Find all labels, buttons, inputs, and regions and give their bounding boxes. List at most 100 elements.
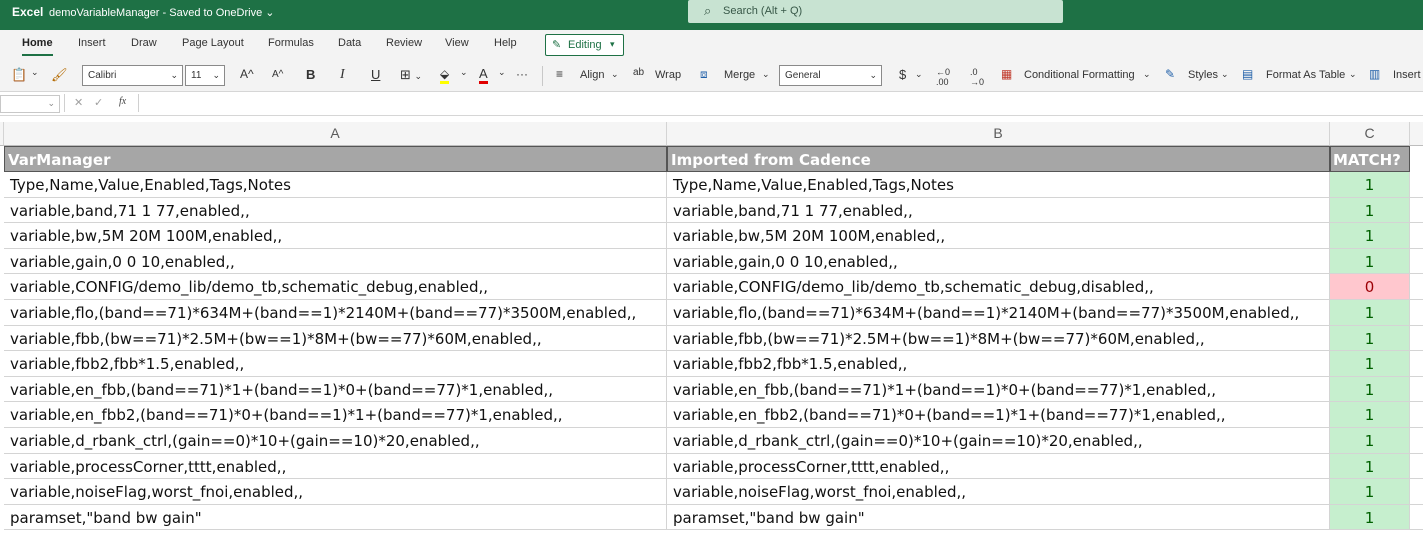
- cell-varmanager[interactable]: paramset,"band bw gain": [4, 505, 667, 530]
- grow-font-button[interactable]: A^: [240, 67, 254, 81]
- cell-empty[interactable]: [1410, 249, 1423, 274]
- cell-varmanager[interactable]: variable,en_fbb2,(band==71)*0+(band==1)*…: [4, 402, 667, 428]
- column-header-b[interactable]: B: [667, 122, 1330, 146]
- cell-match[interactable]: 1: [1330, 326, 1410, 351]
- header-cell-varmanager[interactable]: VarManager: [4, 146, 667, 172]
- font-color-button[interactable]: A: [479, 67, 488, 84]
- chevron-down-icon[interactable]: ⌄: [1143, 69, 1151, 80]
- chevron-down-icon[interactable]: ⌄: [611, 69, 619, 80]
- name-box[interactable]: ⌄: [0, 95, 60, 113]
- header-cell-match[interactable]: MATCH?: [1330, 146, 1410, 172]
- cell-varmanager[interactable]: variable,fbb,(bw==71)*2.5M+(bw==1)*8M+(b…: [4, 326, 667, 351]
- tab-page-layout[interactable]: Page Layout: [182, 37, 244, 49]
- paste-icon[interactable]: 📋: [11, 67, 27, 83]
- cell-empty[interactable]: [1410, 172, 1423, 198]
- cell-varmanager[interactable]: variable,en_fbb,(band==71)*1+(band==1)*0…: [4, 377, 667, 402]
- cell-imported[interactable]: variable,CONFIG/demo_lib/demo_tb,schemat…: [667, 274, 1330, 300]
- conditional-formatting-button[interactable]: Conditional Formatting: [1024, 69, 1135, 81]
- cell-match[interactable]: 1: [1330, 351, 1410, 377]
- tab-view[interactable]: View: [445, 37, 469, 49]
- cell-imported[interactable]: variable,en_fbb2,(band==71)*0+(band==1)*…: [667, 402, 1330, 428]
- cell-varmanager[interactable]: variable,flo,(band==71)*634M+(band==1)*2…: [4, 300, 667, 326]
- cell-empty[interactable]: [1410, 274, 1423, 300]
- format-as-table-button[interactable]: Format As Table: [1266, 69, 1345, 81]
- chevron-down-icon[interactable]: ⌄: [498, 67, 506, 78]
- cell-match[interactable]: 1: [1330, 505, 1410, 530]
- decrease-decimal-icon[interactable]: ←0.00: [936, 67, 950, 87]
- cell-empty[interactable]: [1410, 454, 1423, 479]
- cell-imported[interactable]: variable,fbb2,fbb*1.5,enabled,,: [667, 351, 1330, 377]
- search-box[interactable]: ⌕ Search (Alt + Q): [688, 0, 1063, 23]
- cell-empty[interactable]: [1410, 351, 1423, 377]
- shrink-font-button[interactable]: A^: [272, 69, 283, 80]
- cell-varmanager[interactable]: variable,fbb2,fbb*1.5,enabled,,: [4, 351, 667, 377]
- header-cell-imported[interactable]: Imported from Cadence: [667, 146, 1330, 172]
- cell-empty[interactable]: [1410, 377, 1423, 402]
- cell-varmanager[interactable]: variable,noiseFlag,worst_fnoi,enabled,,: [4, 479, 667, 505]
- tab-formulas[interactable]: Formulas: [268, 37, 314, 49]
- cell-match[interactable]: 1: [1330, 454, 1410, 479]
- cell-match[interactable]: 1: [1330, 402, 1410, 428]
- underline-button[interactable]: U: [371, 67, 380, 82]
- cell-varmanager[interactable]: Type,Name,Value,Enabled,Tags,Notes: [4, 172, 667, 198]
- cell-empty[interactable]: [1410, 428, 1423, 454]
- bold-button[interactable]: B: [306, 67, 315, 82]
- cell-varmanager[interactable]: variable,bw,5M 20M 100M,enabled,,: [4, 223, 667, 249]
- cell-varmanager[interactable]: variable,band,71 1 77,enabled,,: [4, 198, 667, 223]
- number-format-select[interactable]: General ⌄: [779, 65, 882, 86]
- cancel-icon[interactable]: ✕: [74, 96, 83, 109]
- chevron-down-icon[interactable]: ⌄: [460, 67, 468, 78]
- cell-match[interactable]: 1: [1330, 300, 1410, 326]
- tab-insert[interactable]: Insert: [78, 37, 106, 49]
- tab-review[interactable]: Review: [386, 37, 422, 49]
- cell-match[interactable]: 1: [1330, 479, 1410, 505]
- currency-button[interactable]: $: [899, 67, 906, 82]
- borders-icon[interactable]: ⊞ ⌄: [400, 67, 422, 83]
- font-size-select[interactable]: 11 ⌄: [185, 65, 225, 86]
- confirm-icon[interactable]: ✓: [94, 96, 103, 109]
- italic-button[interactable]: I: [340, 67, 345, 83]
- conditional-formatting-icon[interactable]: ▦: [1001, 67, 1012, 81]
- cell-imported[interactable]: variable,band,71 1 77,enabled,,: [667, 198, 1330, 223]
- insert-cells-icon[interactable]: ▥: [1369, 67, 1380, 81]
- cell-imported[interactable]: Type,Name,Value,Enabled,Tags,Notes: [667, 172, 1330, 198]
- styles-icon[interactable]: ✎: [1165, 67, 1175, 81]
- format-as-table-icon[interactable]: ▤: [1242, 67, 1253, 81]
- chevron-down-icon[interactable]: ⌄: [762, 69, 770, 80]
- merge-icon[interactable]: ⧈: [700, 67, 708, 82]
- cell-match[interactable]: 1: [1330, 223, 1410, 249]
- align-button[interactable]: Align: [580, 69, 604, 81]
- cell-imported[interactable]: variable,noiseFlag,worst_fnoi,enabled,,: [667, 479, 1330, 505]
- format-painter-icon[interactable]: 🖌: [51, 67, 68, 83]
- cell-imported[interactable]: variable,flo,(band==71)*634M+(band==1)*2…: [667, 300, 1330, 326]
- styles-button[interactable]: Styles: [1188, 69, 1218, 81]
- fill-color-icon[interactable]: ⬙: [440, 67, 450, 84]
- cell-imported[interactable]: variable,processCorner,tttt,enabled,,: [667, 454, 1330, 479]
- editing-mode-button[interactable]: ✎ Editing ▾: [545, 34, 624, 56]
- cell-varmanager[interactable]: variable,d_rbank_ctrl,(gain==0)*10+(gain…: [4, 428, 667, 454]
- cell-imported[interactable]: variable,gain,0 0 10,enabled,,: [667, 249, 1330, 274]
- cell-varmanager[interactable]: variable,gain,0 0 10,enabled,,: [4, 249, 667, 274]
- cell-empty[interactable]: [1410, 198, 1423, 223]
- cell-varmanager[interactable]: variable,processCorner,tttt,enabled,,: [4, 454, 667, 479]
- font-name-select[interactable]: Calibri ⌄: [82, 65, 183, 86]
- cell-empty[interactable]: [1410, 402, 1423, 428]
- cell-imported[interactable]: variable,en_fbb,(band==71)*1+(band==1)*0…: [667, 377, 1330, 402]
- cell-imported[interactable]: variable,fbb,(bw==71)*2.5M+(bw==1)*8M+(b…: [667, 326, 1330, 351]
- column-header-d[interactable]: [1410, 122, 1423, 146]
- cell-match[interactable]: 1: [1330, 198, 1410, 223]
- wrap-button[interactable]: Wrap: [655, 69, 681, 81]
- formula-input[interactable]: [140, 94, 1423, 114]
- tab-home[interactable]: Home: [22, 37, 53, 56]
- function-icon[interactable]: fx: [119, 96, 126, 107]
- merge-button[interactable]: Merge: [724, 69, 755, 81]
- chevron-down-icon[interactable]: ⌄: [915, 69, 923, 80]
- cell-empty[interactable]: [1410, 300, 1423, 326]
- cell-varmanager[interactable]: variable,CONFIG/demo_lib/demo_tb,schemat…: [4, 274, 667, 300]
- column-header-c[interactable]: C: [1330, 122, 1410, 146]
- cell-empty[interactable]: [1410, 223, 1423, 249]
- chevron-down-icon[interactable]: ⌄: [1349, 69, 1357, 80]
- insert-button[interactable]: Insert: [1393, 69, 1421, 81]
- cell-match[interactable]: 1: [1330, 377, 1410, 402]
- cell-imported[interactable]: paramset,"band bw gain": [667, 505, 1330, 530]
